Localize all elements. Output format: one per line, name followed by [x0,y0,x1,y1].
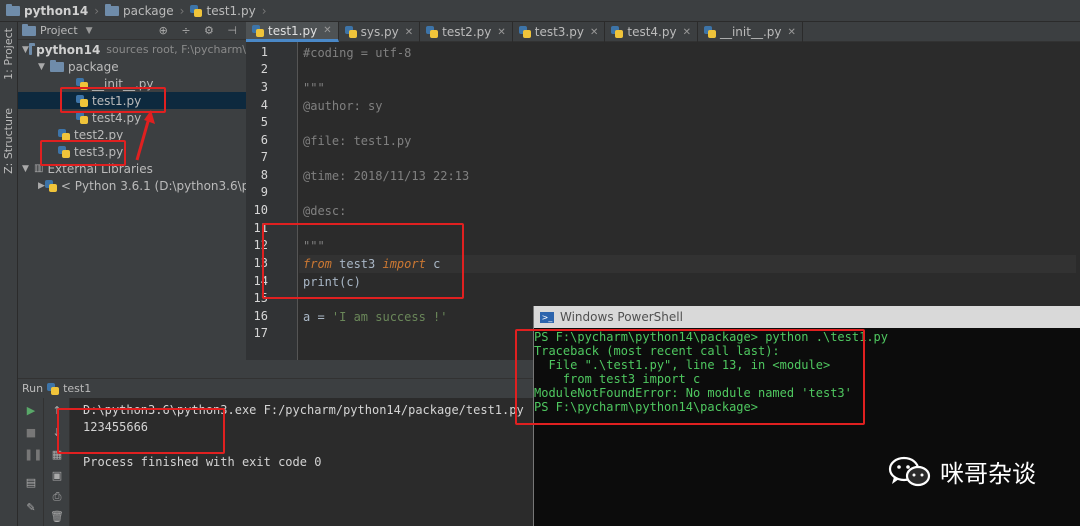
breadcrumb-python14[interactable]: python14 › [6,3,99,18]
project-panel: Project ▼ ⊕ ÷ ⚙ ⊣ ▼ python14 sources roo… [18,22,246,378]
expand-arrow-icon[interactable]: ▼ [22,45,29,55]
powershell-icon: >_ [540,311,554,323]
breadcrumb-package[interactable]: package › [105,3,184,18]
python-file-icon [611,26,624,38]
code-line-16: a = 'I am success !' [303,310,448,324]
project-tool-tab[interactable]: 1: Project [2,28,15,80]
code-line-6: @file: test1.py [303,134,412,148]
python-file-icon [426,26,439,38]
python-file-icon [76,111,88,124]
code-line-4: @author: sy [303,99,383,113]
tab-test1[interactable]: test1.py ✕ [246,22,339,42]
run-toolbar: ▶ ■ ❚❚ ▤ ✎ [18,398,44,526]
tab-sys[interactable]: sys.py ✕ [339,22,421,42]
breadcrumb-test1[interactable]: test1.py › [190,4,267,18]
code-line-3: """ [303,81,325,95]
folder-icon [105,3,119,16]
tab-init[interactable]: __init__.py ✕ [698,22,803,42]
line-number: 6 [260,133,268,147]
annotation-box-import [262,223,464,299]
line-number: 17 [253,326,268,340]
line-number: 16 [253,309,268,323]
powershell-titlebar[interactable]: >_ Windows PowerShell [534,306,1080,328]
chevron-down-icon[interactable]: ▼ [86,26,93,36]
annotation-box-test3 [40,140,126,166]
console-line: Process finished with exit code 0 [83,455,322,469]
python-file-icon [518,26,531,38]
rerun-icon[interactable]: ▶ [24,405,38,417]
python-sdk-icon [44,179,57,192]
pin-icon[interactable]: ✎ [24,502,38,514]
python-file-icon [47,382,60,395]
line-number: 3 [260,80,268,94]
line-number: 5 [260,115,268,129]
stop-icon[interactable]: ■ [24,427,38,439]
line-number: 9 [260,185,268,199]
close-icon[interactable]: ✕ [683,27,691,38]
python-file-icon [190,4,203,17]
annotation-box-output [57,408,225,454]
code-line-1: #coding = utf-8 [303,46,412,60]
close-icon[interactable]: ✕ [590,27,598,38]
project-panel-header: Project ▼ ⊕ ÷ ⚙ ⊣ [18,22,246,40]
code-line-8: @time: 2018/11/13 22:13 [303,169,470,183]
annotation-box-error [515,329,865,425]
python-file-icon [703,26,716,38]
expand-arrow-icon[interactable]: ▼ [22,164,34,174]
line-number-gutter: 1 2 3 4 5 6 7 8 9 10 11 12 13 14 15 16 1… [246,42,298,360]
tree-item-package[interactable]: ▼ package [18,58,246,75]
run-config-name[interactable]: test1 [63,382,91,395]
folder-icon [50,59,64,72]
line-number: 2 [260,62,268,76]
close-icon[interactable]: ✕ [405,27,413,38]
pause-icon[interactable]: ❚❚ [24,449,42,461]
close-icon[interactable]: ✕ [497,27,505,38]
project-panel-tools[interactable]: ⊕ ÷ ⚙ ⊣ [159,24,242,37]
wechat-icon [888,456,931,486]
folder-icon [6,3,20,16]
folder-icon [28,42,36,55]
trash-icon[interactable]: 🗑 [50,511,64,523]
watermark: 咪哥杂谈 [888,454,1036,489]
annotation-arrow [135,110,155,161]
project-icon [22,23,36,36]
expand-arrow-icon[interactable]: ▼ [38,62,50,72]
close-icon[interactable]: ✕ [323,25,331,36]
line-number: 10 [253,203,268,217]
line-number: 4 [260,98,268,112]
navigation-bar: python14 › package › test1.py › [0,0,1080,22]
python-file-icon [252,24,264,37]
tab-test2[interactable]: test2.py ✕ [420,22,513,42]
collapse-arrow-icon[interactable]: ▶ [38,181,45,191]
python-file-icon [344,26,357,38]
tab-test3[interactable]: test3.py ✕ [513,22,606,42]
tab-test4[interactable]: test4.py ✕ [605,22,698,42]
tree-item-python14[interactable]: ▼ python14 sources root, F:\pycharm\ [18,41,246,58]
line-number: 1 [260,45,268,59]
line-number: 7 [260,150,268,164]
watermark-text: 咪哥杂谈 [940,460,1036,488]
structure-tool-tab[interactable]: Z: Structure [2,108,15,174]
print-icon[interactable]: ⎙ [50,491,64,503]
tool-window-strip: 1: Project Z: Structure [0,22,18,526]
scroll-to-end-icon[interactable]: ▣ [50,470,64,482]
tree-item-python-sdk[interactable]: ▶ < Python 3.6.1 (D:\python3.6\pyth [18,177,246,194]
editor-tab-bar: test1.py ✕ sys.py ✕ test2.py ✕ test3.py ✕ te… [246,22,1080,42]
line-number: 8 [260,168,268,182]
code-line-10: @desc: [303,204,347,218]
python-file-icon [58,128,70,141]
project-view-selector[interactable]: Project [40,24,78,37]
layout-icon[interactable]: ▤ [24,477,38,489]
close-icon[interactable]: ✕ [787,27,795,38]
